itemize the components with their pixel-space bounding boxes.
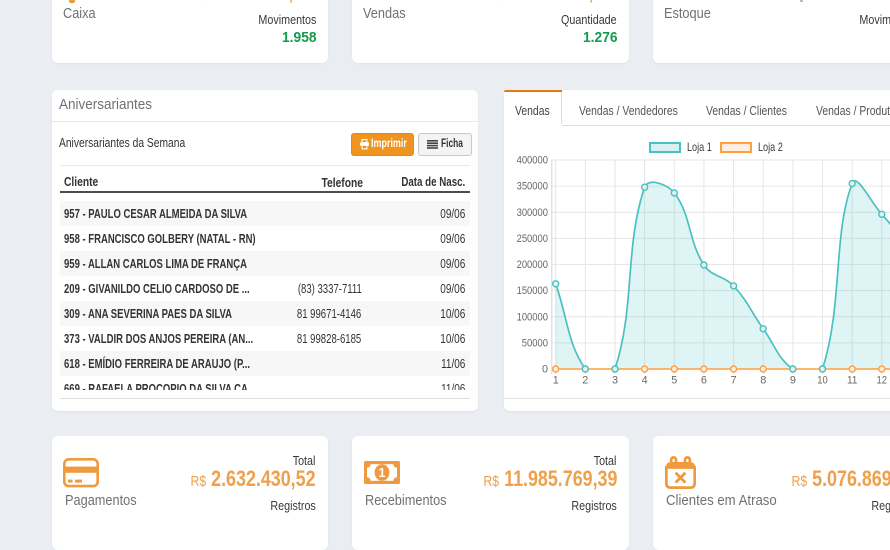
svg-text:100000: 100000	[517, 311, 548, 323]
svg-text:250000: 250000	[517, 233, 548, 245]
svg-text:1: 1	[379, 466, 386, 480]
svg-text:7: 7	[731, 375, 737, 387]
svg-text:12: 12	[877, 375, 888, 387]
svg-text:1: 1	[553, 375, 559, 387]
svg-text:4: 4	[642, 375, 648, 387]
svg-text:350000: 350000	[517, 181, 548, 193]
svg-text:200000: 200000	[517, 259, 548, 271]
svg-text:8: 8	[760, 375, 766, 387]
svg-text:6: 6	[701, 375, 707, 387]
svg-text:400000: 400000	[517, 155, 548, 167]
svg-text:9: 9	[790, 375, 796, 387]
svg-text:5: 5	[671, 375, 677, 387]
svg-text:150000: 150000	[517, 285, 548, 297]
svg-text:11: 11	[847, 375, 858, 387]
svg-text:50000: 50000	[522, 337, 548, 349]
svg-text:300000: 300000	[517, 207, 548, 219]
svg-text:2: 2	[582, 375, 588, 387]
svg-text:10: 10	[817, 375, 828, 387]
svg-text:3: 3	[612, 375, 618, 387]
svg-text:0: 0	[542, 364, 548, 376]
